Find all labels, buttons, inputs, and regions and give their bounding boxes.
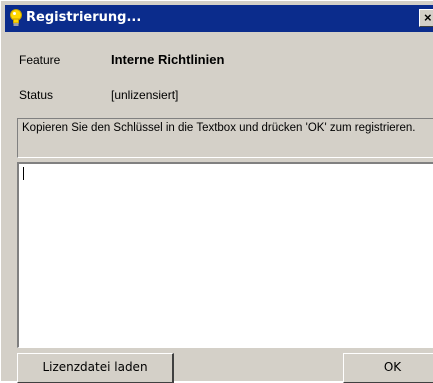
window-title: Registrierung... [26, 10, 142, 25]
instruction-text: Kopieren Sie den Schlüssel in die Textbo… [17, 118, 433, 158]
feature-label: Feature [19, 53, 61, 67]
license-key-textbox[interactable] [17, 162, 433, 348]
ok-button[interactable]: OK [343, 353, 433, 383]
title-bar[interactable]: Registrierung... × [5, 5, 433, 32]
load-license-file-button[interactable]: Lizenzdatei laden [17, 353, 174, 383]
lightbulb-icon [9, 9, 23, 28]
registration-dialog: Registrierung... × Feature Interne Richt… [0, 0, 433, 383]
text-caret [23, 167, 24, 180]
status-label: Status [19, 88, 54, 102]
close-button[interactable]: × [419, 9, 433, 27]
status-value: [unlizensiert] [111, 88, 179, 102]
feature-value: Interne Richtlinien [111, 52, 225, 67]
